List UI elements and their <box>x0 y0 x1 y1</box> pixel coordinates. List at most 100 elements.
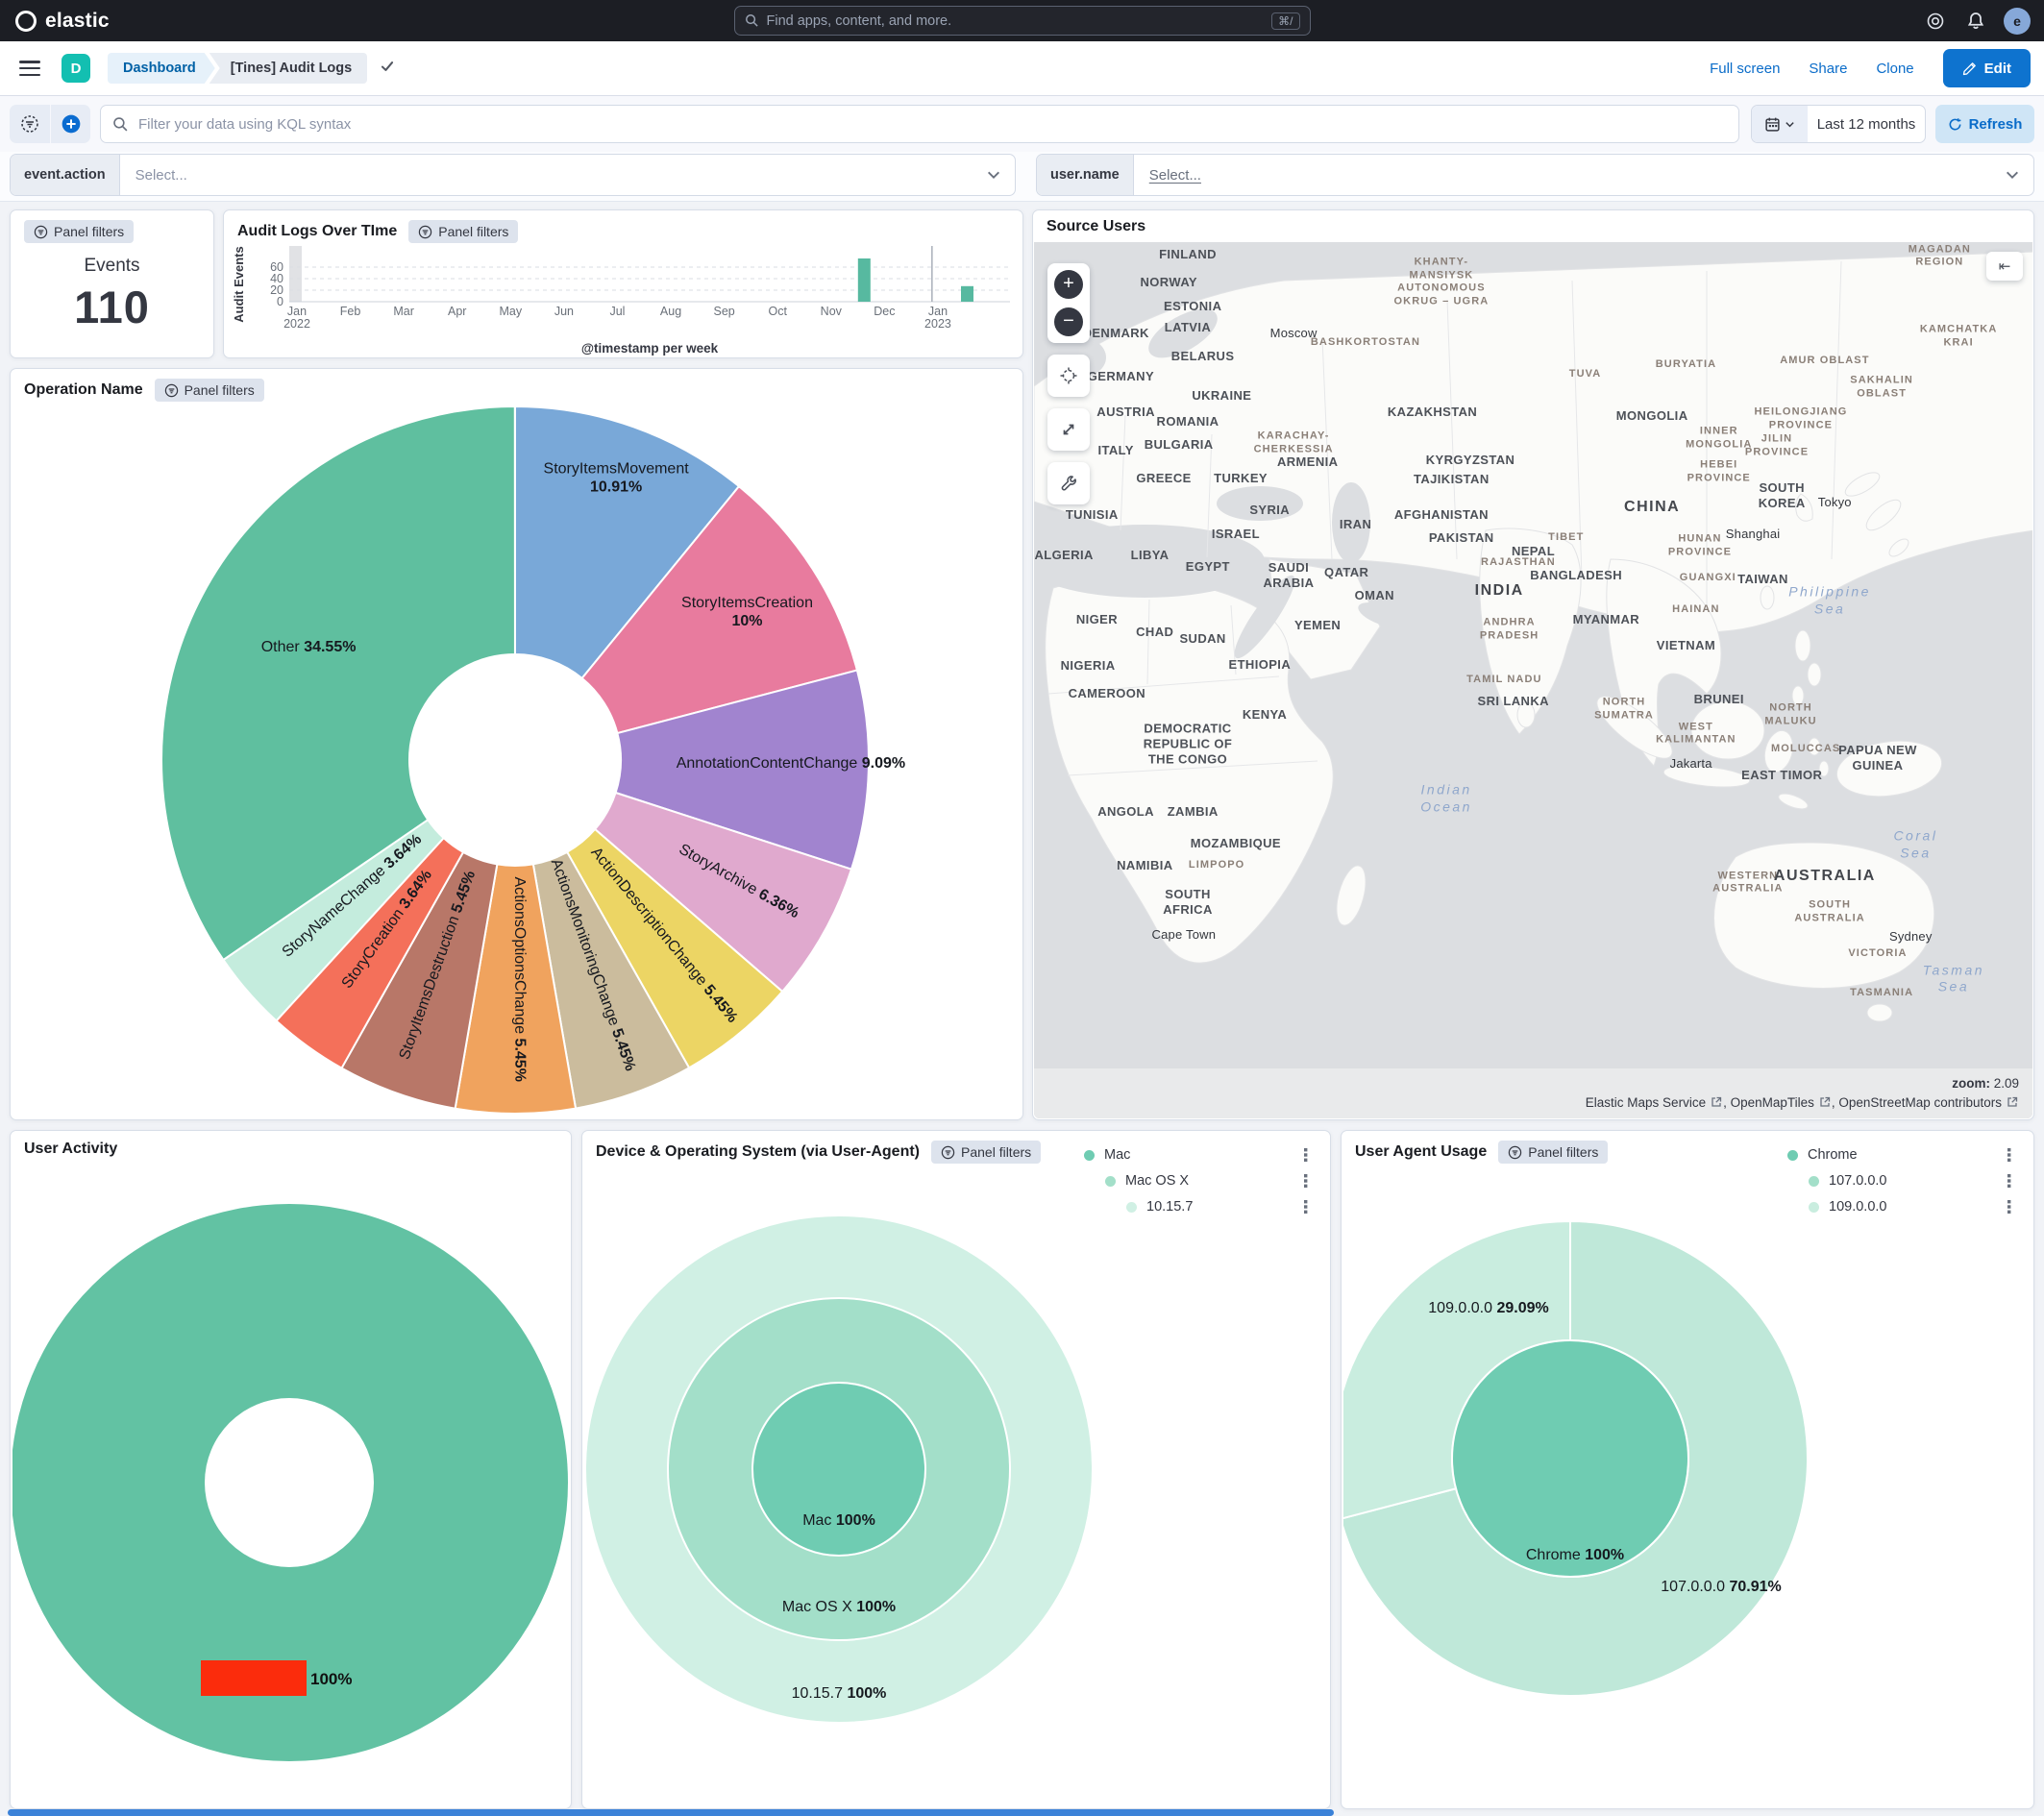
map-label: MYANMAR <box>1573 612 1640 627</box>
refresh-button[interactable]: Refresh <box>1935 105 2034 143</box>
panel-filters-badge[interactable]: Panel filters <box>1498 1141 1608 1164</box>
dashboard-controls-row: event.action Select... user.name Select.… <box>0 152 2044 202</box>
svg-text:20: 20 <box>270 283 283 297</box>
control-value[interactable]: Select... <box>1134 167 2005 184</box>
map-label: BANGLADESH <box>1530 567 1622 582</box>
user-avatar[interactable]: e <box>2004 8 2031 35</box>
panel-filters-badge[interactable]: Panel filters <box>931 1141 1041 1164</box>
map-expand-button[interactable] <box>1047 408 1090 451</box>
filter-set-button[interactable] <box>10 105 50 143</box>
svg-text:ActionsOptionsChange 5.45%: ActionsOptionsChange 5.45% <box>511 876 528 1082</box>
panel-title: Operation Name <box>24 381 143 399</box>
sunburst-ring[interactable] <box>752 1383 925 1556</box>
map-label: UKRAINE <box>1192 387 1251 403</box>
map-zoom-out-button[interactable]: − <box>1054 307 1083 336</box>
clone-link[interactable]: Clone <box>1876 61 1913 77</box>
menu-icon[interactable] <box>19 61 40 76</box>
legend-options-icon[interactable] <box>1299 1147 1313 1163</box>
map-label: TUVA <box>1569 368 1602 381</box>
elastic-logo[interactable]: elastic <box>15 10 110 33</box>
horizontal-scrollbar <box>0 1809 2044 1816</box>
attribution-link[interactable]: OpenStreetMap contributors <box>1838 1095 2019 1110</box>
control-value[interactable]: Select... <box>120 167 986 184</box>
saved-check-icon[interactable] <box>379 58 396 80</box>
map-label: Indian Ocean <box>1420 782 1472 816</box>
legend-options-icon[interactable] <box>2003 1147 2016 1163</box>
external-link-icon <box>1711 1096 1722 1108</box>
map-label: NORTH SUMATRA <box>1594 696 1654 723</box>
legend-item[interactable]: 109.0.0.0 <box>1787 1196 2016 1217</box>
map-legend-collapse-button[interactable]: ⇤ <box>1986 252 2023 281</box>
bar[interactable] <box>858 258 871 302</box>
panel-filters-badge[interactable]: Panel filters <box>155 379 264 402</box>
brand-name: elastic <box>45 10 110 33</box>
global-search[interactable]: ⌘/ <box>734 6 1311 36</box>
legend-options-icon[interactable] <box>2003 1199 2016 1215</box>
map-label: KYRGYZSTAN <box>1426 453 1515 468</box>
svg-text:Apr: Apr <box>448 305 466 318</box>
panel-title: Source Users <box>1047 218 1145 235</box>
legend-item[interactable]: Mac OS X <box>1084 1170 1313 1191</box>
time-range-picker[interactable]: Last 12 months <box>1751 105 1926 143</box>
legend-item[interactable]: 10.15.7 <box>1084 1196 1313 1217</box>
svg-text:40: 40 <box>270 272 283 285</box>
map-label: TIBET <box>1548 531 1584 545</box>
map-label: KAMCHATKA KRAI <box>1920 324 1998 351</box>
user-activity-donut-chart[interactable]: 100% <box>12 1192 571 1774</box>
legend-options-icon[interactable] <box>1299 1199 1313 1215</box>
operation-name-donut-chart[interactable]: StoryItemsMovement10.91%StoryItemsCreati… <box>12 385 1022 1119</box>
global-header: elastic ⌘/ e <box>0 0 2044 41</box>
legend-options-icon[interactable] <box>1299 1173 1313 1189</box>
full-screen-link[interactable]: Full screen <box>1710 61 1780 77</box>
map-controls: + − <box>1047 263 1090 504</box>
map-label: NIGER <box>1076 612 1118 627</box>
audit-events-bar-chart[interactable]: 0204060Jan2022FebMarAprMayJunJulAugSepOc… <box>230 241 1018 358</box>
svg-text:Chrome 100%: Chrome 100% <box>1526 1547 1624 1563</box>
user-agent-sunburst-chart[interactable]: 109.0.0.0 29.09%Chrome 100%107.0.0.0 70.… <box>1343 1192 2033 1764</box>
legend-item[interactable]: 107.0.0.0 <box>1787 1170 2016 1191</box>
legend-options-icon[interactable] <box>2003 1173 2016 1189</box>
map-label: DENMARK <box>1083 326 1149 341</box>
map-label: KARACHAY- CHERKESSIA <box>1254 429 1334 456</box>
add-filter-button[interactable] <box>50 105 90 143</box>
share-link[interactable]: Share <box>1809 61 1847 77</box>
bar[interactable] <box>961 286 973 302</box>
attribution-link[interactable]: OpenMapTiles <box>1731 1095 1832 1110</box>
device-os-legend: Mac Mac OS X 10.15.7 <box>1084 1144 1313 1217</box>
horizontal-scrollbar-thumb[interactable] <box>8 1809 1334 1816</box>
space-badge[interactable]: D <box>62 54 90 83</box>
map-label: ZAMBIA <box>1168 804 1219 820</box>
panel-filters-badge[interactable]: Panel filters <box>408 220 518 243</box>
breadcrumb-dashboard[interactable]: Dashboard <box>108 53 215 84</box>
panel-title: User Agent Usage <box>1355 1143 1487 1161</box>
dashboard-nav-bar: D Dashboard [Tines] Audit Logs Full scre… <box>0 41 2044 96</box>
global-search-input[interactable] <box>767 13 1272 29</box>
sunburst-inner[interactable] <box>1452 1340 1688 1577</box>
map-zoom-in-button[interactable]: + <box>1054 270 1083 299</box>
svg-text:107.0.0.0 70.91%: 107.0.0.0 70.91% <box>1661 1579 1781 1595</box>
map-label: KENYA <box>1243 707 1287 723</box>
control-event-action[interactable]: event.action Select... <box>10 154 1016 196</box>
world-map[interactable]: FINLANDMAGADAN REGIONKHANTY- MANSIYSK AU… <box>1034 242 2032 1118</box>
edit-button[interactable]: Edit <box>1943 49 2031 87</box>
map-label: Tasman Sea <box>1923 962 1984 995</box>
pencil-icon <box>1962 61 1977 76</box>
legend-item[interactable]: Mac <box>1084 1144 1313 1166</box>
map-label: Shanghai <box>1726 527 1781 542</box>
svg-text:Jan2023: Jan2023 <box>924 305 951 331</box>
map-label: INDIA <box>1475 581 1524 601</box>
panel-filters-badge[interactable]: Panel filters <box>24 220 134 243</box>
attribution-link[interactable]: Elastic Maps Service <box>1586 1095 1723 1110</box>
notifications-icon[interactable] <box>1963 9 1988 34</box>
device-os-sunburst-chart[interactable]: Mac 100%Mac OS X 100%10.15.7 100% <box>584 1192 1330 1764</box>
legend-item[interactable]: Chrome <box>1787 1144 2016 1166</box>
kql-input[interactable] <box>138 116 1727 133</box>
map-fit-data-button[interactable] <box>1047 355 1090 397</box>
filter-circle-icon <box>1508 1145 1522 1160</box>
map-tools-button[interactable] <box>1047 462 1090 504</box>
kql-search-bar[interactable] <box>100 105 1739 143</box>
map-label: CHAD <box>1136 625 1173 640</box>
help-icon[interactable] <box>1923 9 1948 34</box>
svg-text:Jul: Jul <box>609 305 625 318</box>
control-user-name[interactable]: user.name Select... <box>1036 154 2034 196</box>
